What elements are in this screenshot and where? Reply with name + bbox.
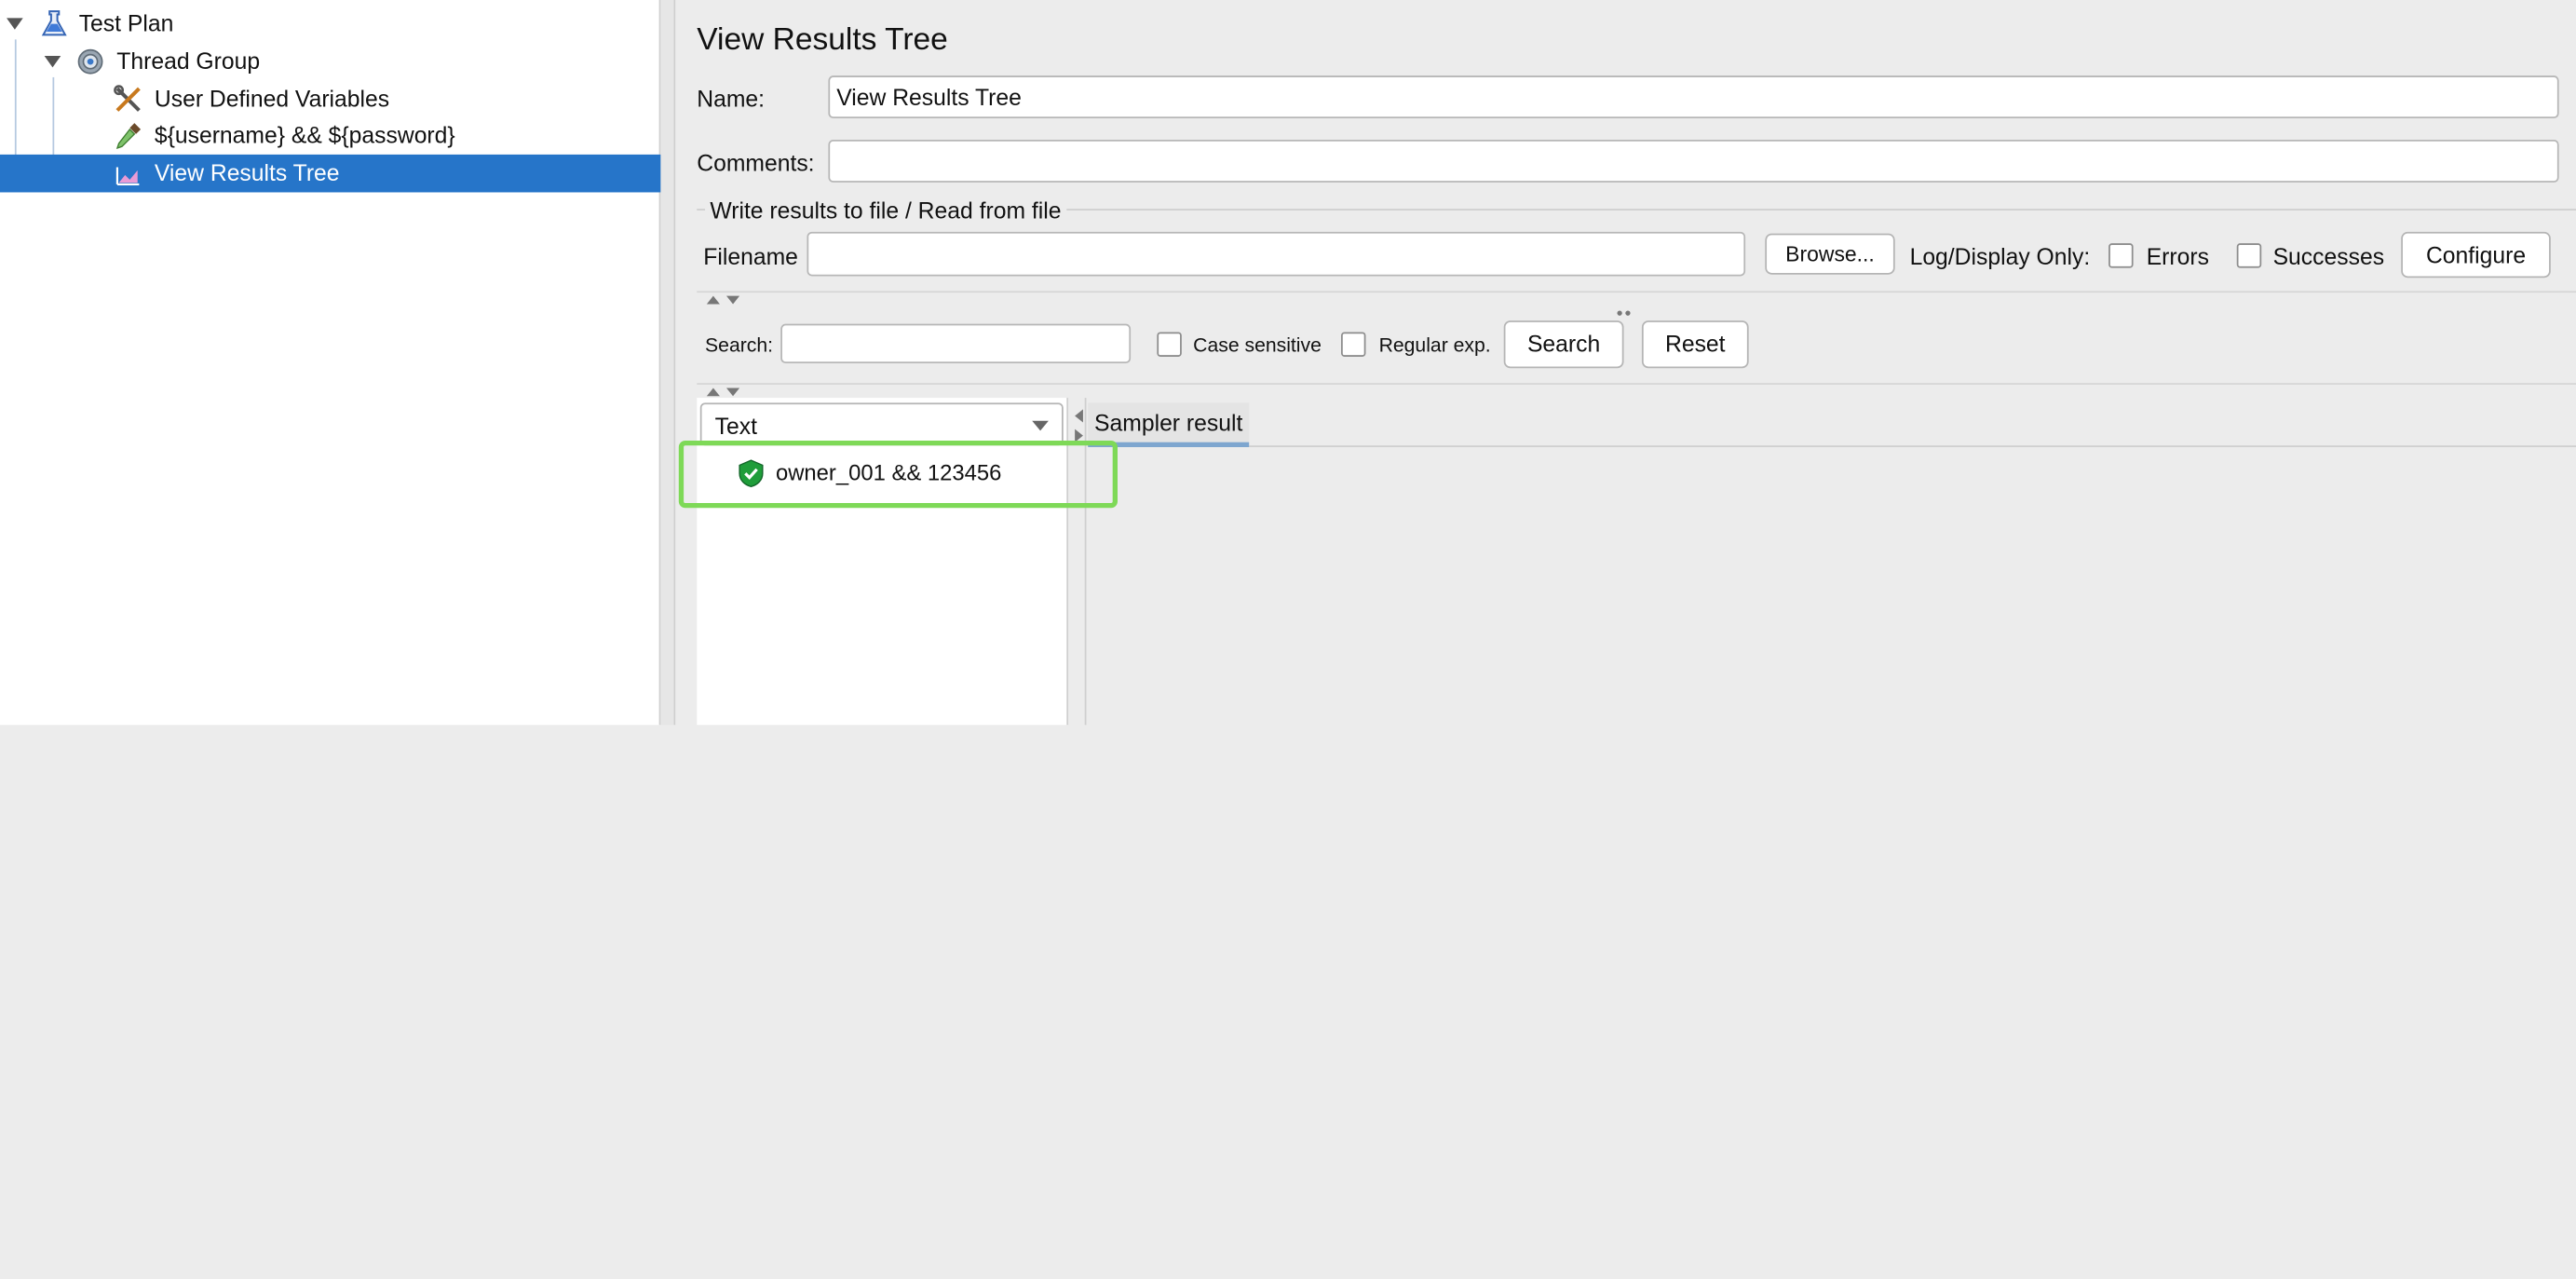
reset-button[interactable]: Reset <box>1641 320 1749 369</box>
errors-checkbox[interactable] <box>2108 243 2134 268</box>
jmeter-window: Test Plan Thread Group User Defined Vari… <box>0 0 2576 1279</box>
collapse-up-icon[interactable] <box>706 388 720 397</box>
tab-bar <box>1088 445 2576 447</box>
result-detail-pane: Sampler result <box>1088 398 2576 726</box>
comments-input[interactable] <box>828 139 2559 183</box>
search-button[interactable]: Search <box>1503 320 1624 369</box>
flask-icon <box>41 10 67 36</box>
test-plan-tree: Test Plan Thread Group User Defined Vari… <box>0 0 661 726</box>
highlight-box <box>678 440 1118 509</box>
tree-item-label: ${username} && ${password} <box>154 121 455 148</box>
name-label: Name: <box>697 85 765 112</box>
successes-checkbox[interactable] <box>2236 243 2262 268</box>
search-input[interactable] <box>780 323 1132 363</box>
successes-label: Successes <box>2272 243 2385 270</box>
chart-icon <box>115 167 140 186</box>
configure-button[interactable]: Configure <box>2401 231 2551 279</box>
panel-title: View Results Tree <box>697 22 948 58</box>
filename-label: Filename <box>703 243 798 270</box>
search-label: Search: <box>705 333 774 357</box>
file-section-title: Write results to file / Read from file <box>705 197 1066 224</box>
chevron-down-icon <box>1032 420 1049 431</box>
regular-exp-checkbox[interactable] <box>1340 332 1366 357</box>
filename-input[interactable] <box>807 231 1746 277</box>
tree-item-label: User Defined Variables <box>154 85 390 112</box>
collapse-down-icon[interactable] <box>725 295 740 305</box>
case-sensitive-checkbox[interactable] <box>1157 332 1182 357</box>
renderer-select-value: Text <box>714 412 757 440</box>
collapse-left-icon[interactable] <box>1075 409 1083 423</box>
tree-item-label: Test Plan <box>78 9 174 36</box>
split-bar[interactable] <box>697 383 2576 438</box>
tab-label: Sampler result <box>1094 409 1243 436</box>
gear-icon <box>77 48 103 75</box>
view-results-tree-panel: View Results Tree Name: View Results Tre… <box>675 0 2576 726</box>
errors-label: Errors <box>2146 243 2209 270</box>
tree-item-view-results-tree[interactable]: View Results Tree <box>0 154 661 193</box>
expand-toggle-icon[interactable] <box>44 55 61 68</box>
regular-exp-label: Regular exp. <box>1378 333 1491 357</box>
browse-button[interactable]: Browse... <box>1765 233 1895 275</box>
expand-toggle-icon[interactable] <box>7 18 23 30</box>
tree-item-label: View Results Tree <box>154 159 340 186</box>
tree-item-thread-group[interactable]: Thread Group <box>0 43 660 81</box>
name-input[interactable]: View Results Tree <box>828 75 2559 119</box>
tree-item-credentials-sampler[interactable]: ${username} && ${password} <box>0 116 660 155</box>
dropper-icon <box>115 123 142 150</box>
log-display-only-label: Log/Display Only: <box>1909 243 2091 270</box>
split-bar[interactable] <box>697 291 2576 346</box>
tree-item-label: Thread Group <box>116 48 261 75</box>
tools-icon <box>114 85 141 112</box>
split-pane-divider[interactable] <box>660 0 676 726</box>
tree-item-test-plan[interactable]: Test Plan <box>0 5 660 43</box>
renderer-select[interactable]: Text <box>699 402 1064 446</box>
drag-handle-icon[interactable] <box>1617 387 1640 438</box>
collapse-down-icon[interactable] <box>725 388 740 397</box>
tree-item-user-defined-variables[interactable]: User Defined Variables <box>0 80 660 118</box>
drag-handle-icon[interactable] <box>1617 294 1640 346</box>
case-sensitive-label: Case sensitive <box>1193 333 1322 357</box>
collapse-up-icon[interactable] <box>706 295 720 305</box>
comments-label: Comments: <box>697 149 815 176</box>
